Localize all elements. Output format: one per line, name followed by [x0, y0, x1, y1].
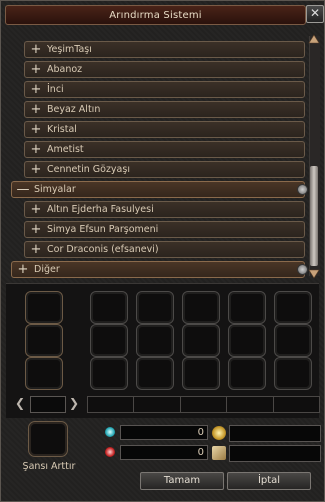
- expand-icon: +: [30, 82, 42, 97]
- list-item-label: Cennetin Gözyaşı: [47, 164, 130, 175]
- list-item-label: Abanoz: [47, 64, 83, 75]
- list-item-inci[interactable]: + İnci: [24, 81, 305, 98]
- category-label: Diğer: [34, 264, 60, 275]
- list-item-cor-draconis[interactable]: + Cor Draconis (efsanevi): [24, 241, 305, 258]
- result-slot[interactable]: [228, 357, 266, 390]
- result-slot[interactable]: [90, 357, 128, 390]
- scroll-icon: [212, 446, 226, 460]
- list-item-simya-efsun-parsomeni[interactable]: + Simya Efsun Parşomeni: [24, 221, 305, 238]
- scrollbar-thumb[interactable]: [310, 166, 318, 266]
- expand-icon: +: [17, 262, 29, 277]
- input-slot[interactable]: [25, 291, 63, 324]
- result-slot-column: [136, 291, 174, 391]
- title-bar[interactable]: Arındırma Sistemi: [5, 5, 306, 25]
- luck-label: Şansı Arttır: [22, 461, 76, 472]
- knob-icon: [297, 184, 308, 195]
- result-slot[interactable]: [90, 324, 128, 357]
- expand-icon: +: [30, 202, 42, 217]
- window-title: Arındırma Sistemi: [109, 9, 202, 21]
- quick-slot[interactable]: [134, 397, 181, 412]
- expand-icon: +: [30, 242, 42, 257]
- list-item-label: Altın Ejderha Fasulyesi: [47, 204, 154, 215]
- list-item-cennetin-gozyasi[interactable]: + Cennetin Gözyaşı: [24, 161, 305, 178]
- expand-icon: +: [30, 62, 42, 77]
- result-slot-column: [228, 291, 266, 391]
- quick-slot[interactable]: [227, 397, 274, 412]
- ok-button[interactable]: Tamam: [140, 472, 224, 490]
- list-item-kristal[interactable]: + Kristal: [24, 121, 305, 138]
- list-item-label: Simya Efsun Parşomeni: [47, 224, 159, 235]
- input-slot-column[interactable]: [25, 291, 63, 391]
- quick-slot-strip: [87, 396, 320, 413]
- blue-gem-icon: [105, 427, 115, 437]
- expand-icon: +: [30, 142, 42, 157]
- next-page-icon[interactable]: ❯: [69, 396, 79, 410]
- list-item-label: Beyaz Altın: [47, 104, 101, 115]
- expand-icon: +: [30, 122, 42, 137]
- expand-icon: +: [30, 222, 42, 237]
- category-diger[interactable]: + Diğer: [11, 261, 308, 278]
- result-slot[interactable]: [136, 357, 174, 390]
- list-item-label: YeşimTaşı: [47, 44, 92, 55]
- result-slot-column: [90, 291, 128, 391]
- quick-slot[interactable]: [274, 397, 319, 412]
- result-slot[interactable]: [136, 291, 174, 324]
- result-slot[interactable]: [274, 291, 312, 324]
- result-slot[interactable]: [274, 357, 312, 390]
- refine-window: Arındırma Sistemi ✕ + YeşimTaşı + Abanoz…: [0, 0, 325, 502]
- quick-slot[interactable]: [88, 397, 135, 412]
- red-gem-value: 0: [120, 445, 208, 460]
- close-button[interactable]: ✕: [306, 5, 324, 23]
- list-item-label: Cor Draconis (efsanevi): [47, 244, 159, 255]
- result-slot[interactable]: [136, 324, 174, 357]
- result-slot[interactable]: [274, 324, 312, 357]
- list-item-label: Kristal: [47, 124, 77, 135]
- blue-gem-value: 0: [120, 425, 208, 440]
- result-slot-column: [182, 291, 220, 391]
- list-item-beyaz-altin[interactable]: + Beyaz Altın: [24, 101, 305, 118]
- material-list: + YeşimTaşı + Abanoz + İnci + Beyaz Altı…: [10, 34, 308, 279]
- coin-value-box: [229, 425, 321, 442]
- cancel-button[interactable]: İptal: [227, 472, 311, 490]
- list-item-abanoz[interactable]: + Abanoz: [24, 61, 305, 78]
- list-item-altin-ejderha-fasulyesi[interactable]: + Altın Ejderha Fasulyesi: [24, 201, 305, 218]
- category-simyalar[interactable]: — Simyalar: [11, 181, 308, 198]
- result-slot[interactable]: [90, 291, 128, 324]
- list-item-ametist[interactable]: + Ametist: [24, 141, 305, 158]
- list-item-label: Ametist: [47, 144, 84, 155]
- result-slot[interactable]: [228, 324, 266, 357]
- red-gem-icon: [105, 447, 115, 457]
- expand-icon: +: [30, 162, 42, 177]
- scroll-down-arrow-icon[interactable]: [308, 269, 320, 279]
- expand-icon: +: [30, 42, 42, 57]
- result-slot[interactable]: [228, 291, 266, 324]
- result-slot[interactable]: [182, 291, 220, 324]
- expand-icon: +: [30, 102, 42, 117]
- coin-icon: [212, 426, 226, 440]
- scroll-up-arrow-icon[interactable]: [308, 34, 320, 44]
- quick-slot[interactable]: [181, 397, 228, 412]
- page-indicator: [30, 396, 66, 413]
- result-slot-column: [274, 291, 312, 391]
- list-item-label: İnci: [47, 84, 64, 95]
- input-slot[interactable]: [25, 324, 63, 357]
- luck-item-slot[interactable]: [28, 421, 68, 457]
- scroll-value-box: [229, 445, 321, 462]
- collapse-icon: —: [16, 182, 30, 197]
- list-item-yesimtasi[interactable]: + YeşimTaşı: [24, 41, 305, 58]
- knob-icon: [297, 264, 308, 275]
- input-slot[interactable]: [25, 357, 63, 390]
- prev-page-icon[interactable]: ❮: [15, 396, 25, 410]
- result-slot[interactable]: [182, 357, 220, 390]
- result-slot[interactable]: [182, 324, 220, 357]
- category-label: Simyalar: [34, 184, 76, 195]
